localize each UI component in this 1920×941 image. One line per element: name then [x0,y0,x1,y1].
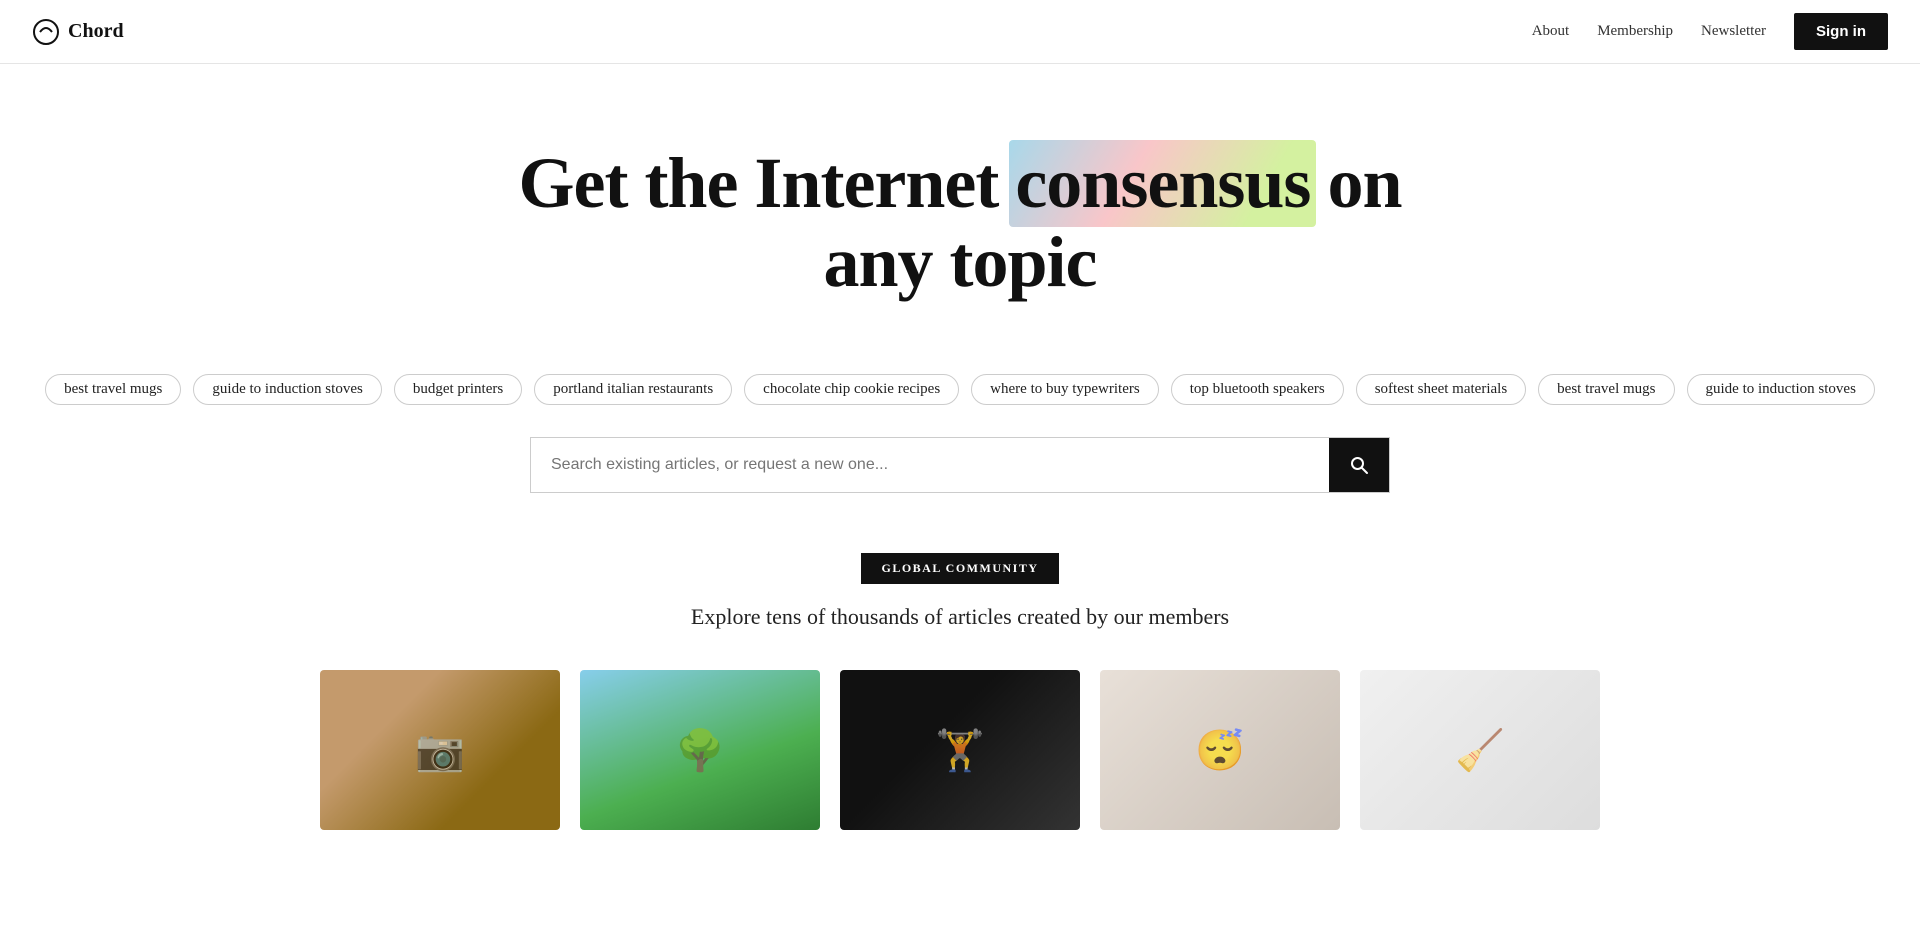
logo-text: Chord [68,20,124,43]
search-button[interactable] [1329,438,1389,492]
community-tagline: Explore tens of thousands of articles cr… [20,604,1900,630]
hero-title-prefix: Get the Internet [519,143,999,223]
article-card[interactable] [840,670,1080,830]
logo-link[interactable]: Chord [32,18,124,46]
search-box [530,437,1390,493]
article-card[interactable] [1100,670,1340,830]
articles-row [20,670,1900,830]
hero-title-highlight: consensus [1015,144,1310,223]
tag-pill[interactable]: best travel mugs [1538,374,1674,405]
article-card[interactable] [1360,670,1600,830]
article-card[interactable] [580,670,820,830]
search-icon [1349,455,1369,475]
tag-pill[interactable]: guide to induction stoves [193,374,381,405]
nav-membership[interactable]: Membership [1597,23,1673,40]
search-container [0,437,1920,553]
signin-button[interactable]: Sign in [1794,13,1888,50]
article-card[interactable] [320,670,560,830]
hero-title: Get the Internet consensus onany topic [20,144,1900,302]
article-card-image [1360,670,1600,830]
tag-pill[interactable]: budget printers [394,374,522,405]
article-card-image [840,670,1080,830]
tag-pill[interactable]: guide to induction stoves [1687,374,1875,405]
community-badge: GLOBAL COMMUNITY [861,553,1058,584]
community-section: GLOBAL COMMUNITY Explore tens of thousan… [0,553,1920,870]
logo-icon [32,18,60,46]
article-card-image [320,670,560,830]
search-input[interactable] [531,438,1329,492]
tag-pill[interactable]: softest sheet materials [1356,374,1526,405]
nav-links: About Membership Newsletter Sign in [1532,13,1888,50]
nav-about[interactable]: About [1532,23,1570,40]
tag-pill[interactable]: where to buy typewriters [971,374,1159,405]
navbar: Chord About Membership Newsletter Sign i… [0,0,1920,64]
hero-section: Get the Internet consensus onany topic [0,64,1920,374]
article-card-image [580,670,820,830]
article-card-image [1100,670,1340,830]
tag-pill[interactable]: best travel mugs [45,374,181,405]
nav-newsletter[interactable]: Newsletter [1701,23,1766,40]
tag-pill[interactable]: top bluetooth speakers [1171,374,1344,405]
tags-strip: best travel mugs guide to induction stov… [0,374,1920,437]
tag-pill[interactable]: portland italian restaurants [534,374,732,405]
tag-pill[interactable]: chocolate chip cookie recipes [744,374,959,405]
